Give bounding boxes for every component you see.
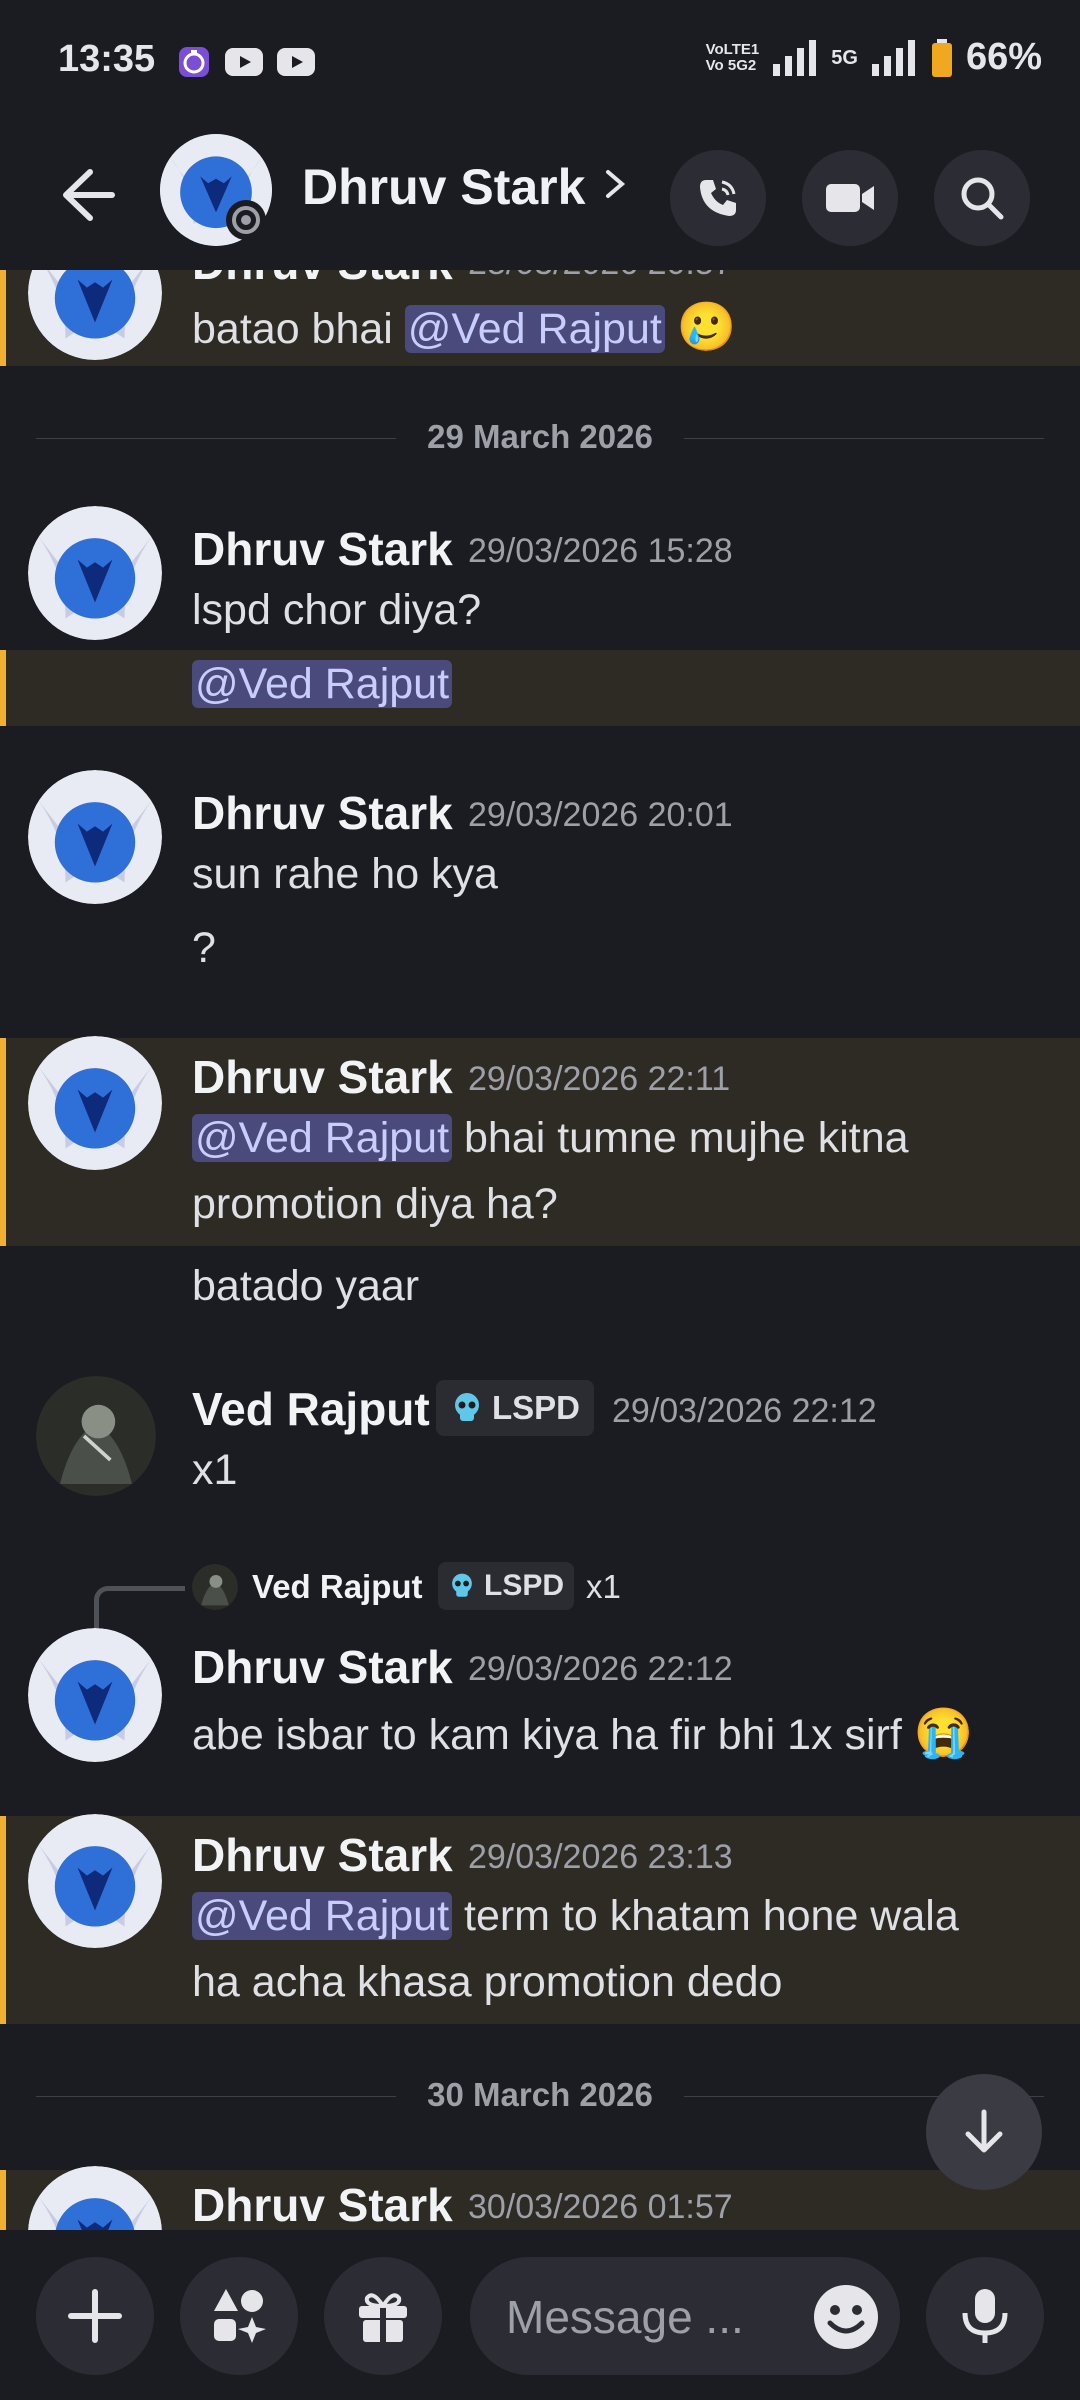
reply-author[interactable]: Ved Rajput [252,1568,423,1606]
message-text: sun rahe ho kya [192,850,498,898]
message-timestamp: 29/03/2026 22:12 [612,1392,877,1430]
message-text: lspd chor diya? [192,586,482,634]
search-icon [961,177,1004,220]
chat-header: Dhruv Stark [0,120,1080,270]
voice-message-button[interactable] [926,2257,1044,2375]
message-text: @Ved Rajput [192,660,453,709]
plus-icon [68,2289,122,2343]
message-text: batao bhai @Ved Rajput 🥲 [192,301,737,354]
timer-app-icon [179,47,209,77]
avatar[interactable] [36,1376,156,1496]
message-author[interactable]: Dhruv Stark [192,1828,453,1882]
video-call-button[interactable] [802,150,898,246]
apps-icon [214,2289,266,2343]
message-author[interactable]: Dhruv Stark [192,786,453,840]
jump-to-latest-button[interactable] [926,2074,1042,2190]
message-timestamp: 28/03/2026 20:57 [468,270,733,283]
avatar[interactable] [28,1628,162,1762]
date-divider: 29 March 2026 [36,418,1044,458]
message-input[interactable] [504,2257,788,2377]
message-input-container [470,2257,900,2377]
role-tag[interactable]: LSPD [438,1562,575,1610]
status-time: 13:35 [58,38,156,80]
avatar[interactable] [192,1564,238,1610]
message-text: abe isbar to kam kiya ha fir bhi 1x sirf… [192,1707,974,1760]
reply-preview[interactable]: x1 [586,1568,621,1606]
skull-icon [452,1573,472,1597]
skull-icon [455,1393,479,1421]
battery-percent: 66% [965,36,1042,78]
date-divider: 30 March 2026 [36,2076,1044,2116]
voice-call-button[interactable] [670,150,766,246]
highlighted-message[interactable] [0,650,1080,726]
microphone-icon [962,2289,1008,2343]
avatar[interactable] [28,506,162,640]
reply-connector [94,1586,185,1631]
user-mention[interactable]: @Ved Rajput [404,305,665,353]
avatar[interactable] [28,770,162,904]
emoji: 🥲 [676,301,737,354]
system-indicators: VoLTE1 Vo 5G2 5G 66% [706,36,1042,79]
signal-icon [773,39,817,76]
battery-icon [931,38,952,77]
message-text: @Ved Rajput bhai tumne mujhe kitna [192,1114,909,1163]
message-author[interactable]: Dhruv Stark [192,522,453,576]
user-mention[interactable]: @Ved Rajput [192,1892,453,1940]
network-5g-label: 5G [831,46,858,69]
volte-label: VoLTE1 Vo 5G2 [705,40,760,74]
arrow-down-icon [965,2109,1003,2153]
message-author[interactable]: Dhruv Stark [192,270,453,290]
notification-icons [176,44,316,80]
user-mention[interactable]: @Ved Rajput [192,1114,453,1162]
role-tag[interactable]: LSPD [436,1380,595,1436]
message-text: batado yaar [192,1262,420,1310]
message-text: ? [192,924,216,972]
message-composer [0,2230,1080,2400]
message-timestamp: 29/03/2026 22:12 [468,1650,733,1688]
arrow-left-icon[interactable] [50,160,120,230]
message-timestamp: 29/03/2026 23:13 [468,1838,733,1876]
phone-icon [700,180,736,216]
page-title[interactable]: Dhruv Stark [302,158,585,216]
gift-icon [359,2293,407,2342]
message-timestamp: 29/03/2026 20:01 [468,796,733,834]
message-text: ha acha khasa promotion dedo [192,1958,783,2006]
emoji-icon[interactable] [812,2283,880,2351]
emoji: 😭 [913,1707,974,1760]
message-author[interactable]: Dhruv Stark [192,1640,453,1694]
avatar[interactable] [28,1036,162,1170]
message-timestamp: 29/03/2026 22:11 [468,1060,731,1098]
message-author[interactable]: Dhruv Stark [192,1050,453,1104]
user-mention[interactable]: @Ved Rajput [192,660,453,708]
status-bar: 13:35 VoLTE1 Vo 5G2 5G 66% [0,0,1080,120]
message-author[interactable]: Dhruv Stark [192,2178,453,2230]
message-text: promotion diya ha? [192,1180,558,1228]
signal-icon-2 [871,39,915,76]
message-timestamp: 30/03/2026 01:57 [468,2188,733,2226]
video-camera-icon [826,184,874,212]
status-icon [226,200,266,240]
gift-button[interactable] [324,2257,442,2375]
message-timestamp: 29/03/2026 15:28 [468,532,733,570]
apps-button[interactable] [180,2257,298,2375]
youtube-icon-2 [277,48,315,76]
add-attachment-button[interactable] [36,2257,154,2375]
message-list[interactable]: Dhruv Stark 28/03/2026 20:57 batao bhai … [0,270,1080,2230]
message-author[interactable]: Ved Rajput [192,1382,430,1436]
search-button[interactable] [934,150,1030,246]
youtube-icon [225,48,263,76]
chevron-right-icon[interactable] [600,164,630,204]
message-text: x1 [192,1446,238,1494]
message-text: @Ved Rajput term to khatam hone wala [192,1892,959,1941]
avatar[interactable] [28,1814,162,1948]
